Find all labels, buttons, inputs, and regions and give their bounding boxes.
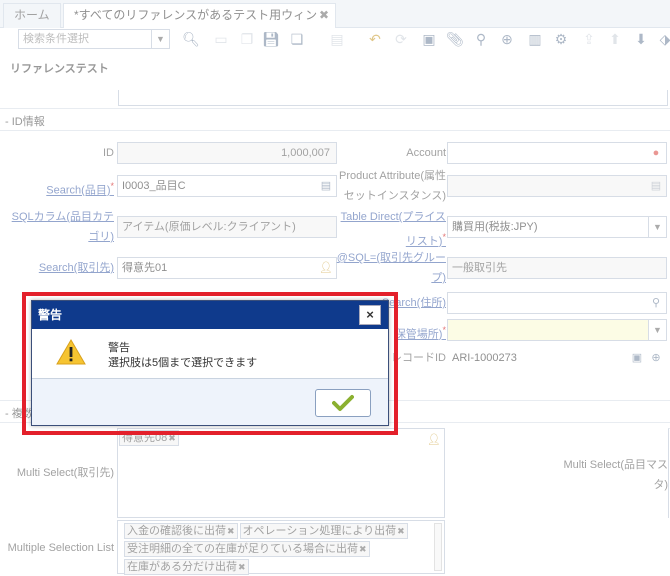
dialog-header: 警告 × xyxy=(32,301,388,329)
dialog-message: 選択肢は5個まで選択できます xyxy=(108,357,258,369)
close-icon[interactable]: × xyxy=(359,305,381,325)
warning-dialog: 警告 × 警告 選択肢は5個まで選択できます xyxy=(31,300,389,426)
dialog-body: 警告 選択肢は5個まで選択できます xyxy=(32,329,388,379)
warning-icon xyxy=(56,339,86,365)
dialog-title: 警告 xyxy=(108,342,130,354)
ok-button[interactable] xyxy=(315,389,371,417)
checkmark-icon xyxy=(332,395,354,411)
modal-overlay xyxy=(0,0,670,576)
dialog-header-title: 警告 xyxy=(38,308,63,322)
dialog-footer xyxy=(32,379,388,425)
